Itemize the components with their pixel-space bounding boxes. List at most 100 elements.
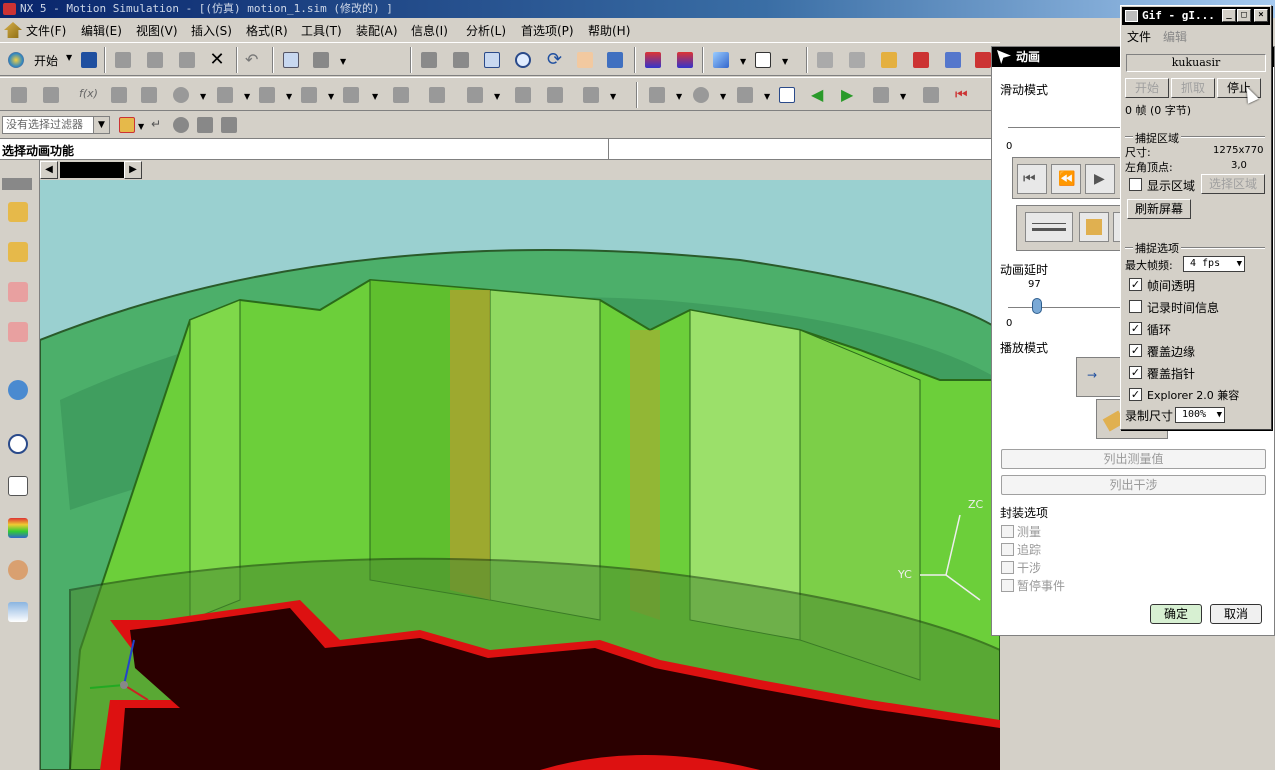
chevron-down-icon[interactable]: ▼ [764,92,770,101]
gif-menu-edit[interactable]: 编辑 [1163,28,1187,45]
interference-checkbox[interactable]: 干涉 [1001,559,1041,575]
scroll-left-button[interactable]: ◀ [40,161,58,179]
zoom-box-button[interactable] [481,49,503,71]
snap-point-button[interactable]: ↵ [148,114,170,136]
cancel-button[interactable]: 取消 [1210,604,1262,624]
checklist-button[interactable] [776,84,798,106]
cover-edges-checkbox[interactable]: ✓ [1129,344,1142,357]
chevron-down-icon[interactable]: ▼ [610,92,616,101]
chevron-down-icon[interactable]: ▼ [720,92,726,101]
start-button[interactable]: 开始 ▼ [6,49,74,71]
trace-checkbox[interactable]: 追踪 [1001,541,1041,557]
grab-button[interactable]: 抓取 [1171,78,1215,98]
sensor-button[interactable] [464,84,486,106]
delete-button[interactable]: ✕ [206,49,228,71]
pan-button[interactable] [574,49,596,71]
record-size-select[interactable]: 100% ▼ [1175,407,1225,423]
checkbox[interactable] [1001,561,1014,574]
palette-tab[interactable] [4,512,32,544]
chevron-down-icon[interactable]: ▼ [200,92,206,101]
first-frame-button[interactable]: ⏮ [1017,164,1047,194]
chevron-down-icon[interactable]: ▼ [782,57,788,66]
menu-edit[interactable]: 编辑(E) [81,22,122,39]
forward-button[interactable]: ▶ [838,84,860,106]
measure-toggle-button[interactable] [1025,212,1073,242]
constraint-button[interactable] [256,84,278,106]
play-button[interactable]: ▶ [1085,164,1115,194]
curve-button[interactable] [512,84,534,106]
damper-button[interactable] [138,84,160,106]
rotate-button[interactable]: ⟳ [544,49,566,71]
solid-body-button[interactable] [170,114,192,136]
select-area-button[interactable]: 选择区域 [1201,174,1265,194]
chevron-down-icon[interactable]: ▼ [244,92,250,101]
pin-icon[interactable] [997,50,1011,64]
render-style-button[interactable] [752,49,774,71]
scroll-right-button[interactable]: ▶ [124,161,142,179]
chevron-down-icon[interactable]: ▼ [676,92,682,101]
transparent-frames-checkbox[interactable]: ✓ [1129,278,1142,291]
list-interferences-button[interactable]: 列出干涉 [1001,475,1266,495]
frame-slider[interactable] [1008,127,1122,129]
chevron-down-icon[interactable]: ▼ [372,92,378,101]
menu-view[interactable]: 视图(V) [136,22,178,39]
chevron-down-icon[interactable]: ▼ [1217,408,1222,422]
chevron-down-icon[interactable]: ▼ [138,122,144,131]
graph-button[interactable] [942,49,964,71]
record-time-checkbox[interactable] [1129,300,1142,313]
constraint-navigator-tab[interactable] [4,276,32,308]
back-button[interactable]: ◀ [808,84,830,106]
chevron-down-icon[interactable]: ▼ [286,92,292,101]
trace-toggle-button[interactable] [1079,212,1109,242]
zoom-button[interactable] [450,49,472,71]
animation-button[interactable] [910,49,932,71]
chevron-down-icon[interactable]: ▼ [494,92,500,101]
belt-button[interactable] [214,84,236,106]
paste-button[interactable] [176,49,198,71]
play-once-option[interactable]: → [1076,357,1122,397]
measure-checkbox[interactable]: 测量 [1001,523,1041,539]
layer-button[interactable] [642,49,664,71]
refresh-screen-button[interactable]: 刷新屏幕 [1127,199,1191,219]
menu-insert[interactable]: 插入(S) [191,22,232,39]
save-button[interactable] [78,49,100,71]
step-back-button[interactable]: ⏪ [1051,164,1081,194]
list-measurements-button[interactable]: 列出测量值 [1001,449,1266,469]
cut-button[interactable] [112,49,134,71]
explorer-compat-checkbox[interactable]: ✓ [1129,388,1142,401]
contact-button[interactable] [390,84,412,106]
zoom-in-out-button[interactable] [512,49,534,71]
minimize-button[interactable]: _ [1222,9,1236,22]
chevron-down-icon[interactable]: ▼ [1237,257,1242,271]
undo-button[interactable]: ↶ [242,49,264,71]
copy-display-button[interactable] [280,49,302,71]
close-button[interactable]: × [1254,9,1268,22]
roles-tab[interactable] [4,554,32,586]
undo-motion-button[interactable] [870,84,892,106]
snapshot-button[interactable] [920,84,942,106]
joint-button[interactable] [846,49,868,71]
reuse-library-tab[interactable] [4,470,32,502]
menu-assembly[interactable]: 装配(A) [356,22,398,39]
menu-preferences[interactable]: 首选项(P) [521,22,574,39]
menu-format[interactable]: 格式(R) [246,22,288,39]
maximize-button[interactable]: □ [1237,9,1251,22]
view-orient-button[interactable] [710,49,732,71]
layer-settings-button[interactable] [674,49,696,71]
menu-app-icon[interactable] [4,22,24,38]
chevron-down-icon[interactable]: ▼ [340,57,346,66]
torque-button[interactable] [340,84,362,106]
rewind-button[interactable]: ⏮ [952,84,974,106]
quick-pick-button[interactable] [194,114,216,136]
part-navigator-tab[interactable] [4,316,32,348]
link-button[interactable] [814,49,836,71]
selection-scope-button[interactable] [116,114,138,136]
menu-help[interactable]: 帮助(H) [588,22,630,39]
shaded-view-button[interactable] [604,49,626,71]
spring-button[interactable] [108,84,130,106]
solve-button[interactable] [646,84,668,106]
point-button[interactable] [544,84,566,106]
spline-button[interactable] [580,84,602,106]
history-tab[interactable] [4,428,32,460]
checkbox[interactable] [1001,525,1014,538]
